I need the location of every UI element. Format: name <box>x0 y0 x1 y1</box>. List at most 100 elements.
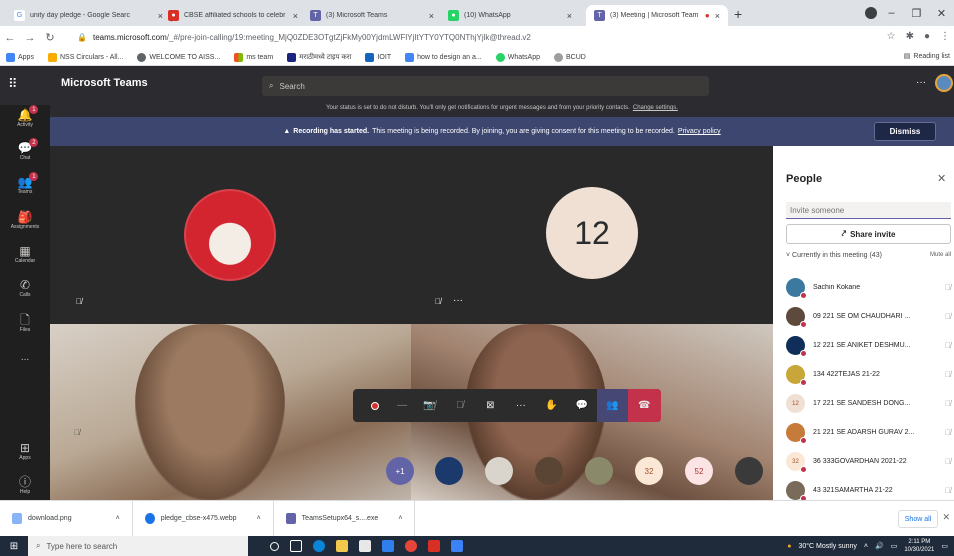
show-all-button[interactable]: Show all <box>898 510 938 528</box>
rail-calendar[interactable]: ▦ Calendar <box>0 244 50 264</box>
raise-hand-icon[interactable]: ✋ <box>536 389 567 422</box>
task-view-icon[interactable] <box>290 540 302 552</box>
more-options-icon[interactable]: ··· <box>453 295 463 306</box>
chrome-icon[interactable] <box>405 540 417 552</box>
close-tab-icon[interactable]: × <box>567 11 572 21</box>
taskbar-search[interactable]: ⌕ Type here to search <box>28 536 248 556</box>
camera-off-icon[interactable]: 📷̸ <box>414 389 445 422</box>
maximize-icon[interactable]: ❐ <box>904 0 929 26</box>
menu-icon[interactable]: ⋮ <box>940 31 950 42</box>
privacy-policy-link[interactable]: Privacy policy <box>678 128 721 135</box>
meeting-section-header[interactable]: ˅ Currently in this meeting (43) Mute al… <box>786 252 951 259</box>
more-options-icon[interactable]: ··· <box>916 77 926 88</box>
bookmark-aiss[interactable]: WELCOME TO AISS... <box>137 52 220 62</box>
rail-calls[interactable]: ✆ Calls <box>0 278 50 298</box>
mail-icon[interactable] <box>382 540 394 552</box>
participant-row[interactable]: Sachin Kokane 🎙̸ <box>786 273 951 302</box>
bookmark-whatsapp[interactable]: WhatsApp <box>495 52 540 62</box>
forward-icon[interactable]: → <box>20 32 40 44</box>
download-item[interactable]: download.png ˄ <box>0 500 133 537</box>
leave-call-button[interactable]: ☎ <box>627 389 662 422</box>
chevron-up-icon[interactable]: ˄ <box>398 515 402 522</box>
close-tab-icon[interactable]: × <box>715 11 720 21</box>
bookmark-design[interactable]: how to design an a... <box>405 52 482 62</box>
close-tab-icon[interactable]: × <box>293 11 298 21</box>
share-screen-icon[interactable]: ⊠ <box>475 389 506 422</box>
participant-thumbnail[interactable] <box>535 457 563 485</box>
bookmark-apps[interactable]: Apps <box>6 52 34 62</box>
change-settings-link[interactable]: Change settings. <box>633 105 678 111</box>
windows-start-icon[interactable]: ⊞ <box>0 541 28 552</box>
participant-thumbnail[interactable] <box>485 457 513 485</box>
participant-row[interactable]: 12 17 221 SE SANDESH DONG... 🎙̸ <box>786 389 951 418</box>
cortana-icon[interactable] <box>270 541 279 551</box>
profile-icon[interactable] <box>865 7 877 19</box>
app-icon[interactable] <box>428 540 440 552</box>
reading-list[interactable]: ▤ Reading list <box>904 52 950 61</box>
clock[interactable]: 2:11 PM 10/30/2021 <box>904 538 934 554</box>
search-input[interactable]: ⌕ Search <box>262 76 709 96</box>
close-icon[interactable]: ✕ <box>942 512 950 523</box>
tab-teams[interactable]: T (3) Microsoft Teams × <box>302 5 442 26</box>
participant-row[interactable]: 21 221 SE ADARSH GURAV 2... 🎙̸ <box>786 418 951 447</box>
participant-row[interactable]: 09 221 SE OM CHAUDHARI ... 🎙̸ <box>786 302 951 331</box>
close-window-icon[interactable]: ✕ <box>929 0 954 26</box>
bookmark-marathi[interactable]: मराठीमध्ये टाइप करा <box>287 52 351 62</box>
download-item[interactable]: TeamsSetupx64_s....exe ˄ <box>274 500 416 537</box>
app-launcher-icon[interactable]: ⠿ <box>8 76 18 92</box>
tab-meeting[interactable]: T (3) Meeting | Microsoft Team ● × <box>586 5 728 26</box>
overflow-participants[interactable]: +1 <box>386 457 414 485</box>
rail-more[interactable]: ... <box>0 352 50 363</box>
minimize-icon[interactable]: – <box>879 0 904 26</box>
close-tab-icon[interactable]: × <box>429 11 434 21</box>
mic-off-icon[interactable]: 🎙̸ <box>445 389 476 422</box>
file-explorer-icon[interactable] <box>336 540 348 552</box>
participant-thumbnail[interactable]: 32 <box>635 457 663 485</box>
bookmark-nss[interactable]: NSS Circulars - All... <box>47 52 123 62</box>
edge-icon[interactable] <box>313 540 325 552</box>
close-icon[interactable]: ✕ <box>937 172 946 185</box>
chevron-up-icon[interactable]: ˄ <box>864 543 868 550</box>
network-icon[interactable]: ▭ <box>891 542 898 550</box>
account-icon[interactable]: ● <box>924 31 930 42</box>
new-tab-button[interactable]: + <box>734 6 742 22</box>
url-field[interactable]: 🔒 teams.microsoft.com/_#/pre-join-callin… <box>69 29 889 46</box>
chat-icon[interactable]: 💬 <box>567 389 598 422</box>
invite-input[interactable] <box>786 202 951 219</box>
participant-thumbnail[interactable] <box>585 457 613 485</box>
participant-thumbnail[interactable]: 52 <box>685 457 713 485</box>
dismiss-button[interactable]: Dismiss <box>874 122 936 141</box>
mute-all-button[interactable]: Mute all <box>930 252 951 259</box>
app-icon[interactable] <box>451 540 463 552</box>
volume-icon[interactable]: 🔊 <box>875 542 884 550</box>
rail-assignments[interactable]: 🎒 Assignments <box>0 210 50 230</box>
recording-icon[interactable] <box>360 389 391 422</box>
participant-thumbnail[interactable] <box>435 457 463 485</box>
notifications-icon[interactable]: ▭ <box>941 542 948 550</box>
video-tile[interactable]: 12 🎙̸ ··· <box>411 146 773 324</box>
participant-thumbnail[interactable] <box>735 457 763 485</box>
rail-activity[interactable]: 🔔 1 Activity <box>0 105 50 128</box>
bookmark-ms-team[interactable]: ms team <box>234 52 273 62</box>
rail-help[interactable]: ⓘ Help <box>0 475 50 495</box>
video-tile[interactable]: 🎙̸ <box>50 146 411 324</box>
share-invite-button[interactable]: ⤤ Share invite <box>786 224 951 244</box>
weather-text[interactable]: 30°C Mostly sunny <box>798 543 856 550</box>
participants-icon[interactable]: 👥 <box>597 389 628 422</box>
bookmark-ioit[interactable]: IOIT <box>365 52 391 62</box>
store-icon[interactable] <box>359 540 371 552</box>
participant-row[interactable]: 32 36 333GOVARDHAN 2021-22 🎙̸ <box>786 447 951 476</box>
tab-cbse[interactable]: ● CBSE affiliated schools to celebr × <box>160 5 306 26</box>
tab-whatsapp[interactable]: ● (10) WhatsApp × <box>440 5 580 26</box>
reload-icon[interactable]: ↻ <box>40 31 60 44</box>
extensions-icon[interactable]: ✱ <box>906 31 914 42</box>
rail-files[interactable]: 🗋 Files <box>0 313 50 333</box>
participant-row[interactable]: 12 221 SE ANIKET DESHMU... 🎙̸ <box>786 331 951 360</box>
star-icon[interactable]: ☆ <box>887 31 896 42</box>
rail-teams[interactable]: 👥 1 Teams <box>0 172 50 195</box>
chevron-up-icon[interactable]: ˄ <box>116 515 120 522</box>
download-item[interactable]: pledge_cbse-x475.webp ˄ <box>133 500 274 537</box>
more-actions-icon[interactable]: ··· <box>506 389 537 422</box>
rail-apps[interactable]: ⊞ Apps <box>0 441 50 461</box>
tab-google-search[interactable]: G unity day pledge - Google Searc × <box>6 5 171 26</box>
